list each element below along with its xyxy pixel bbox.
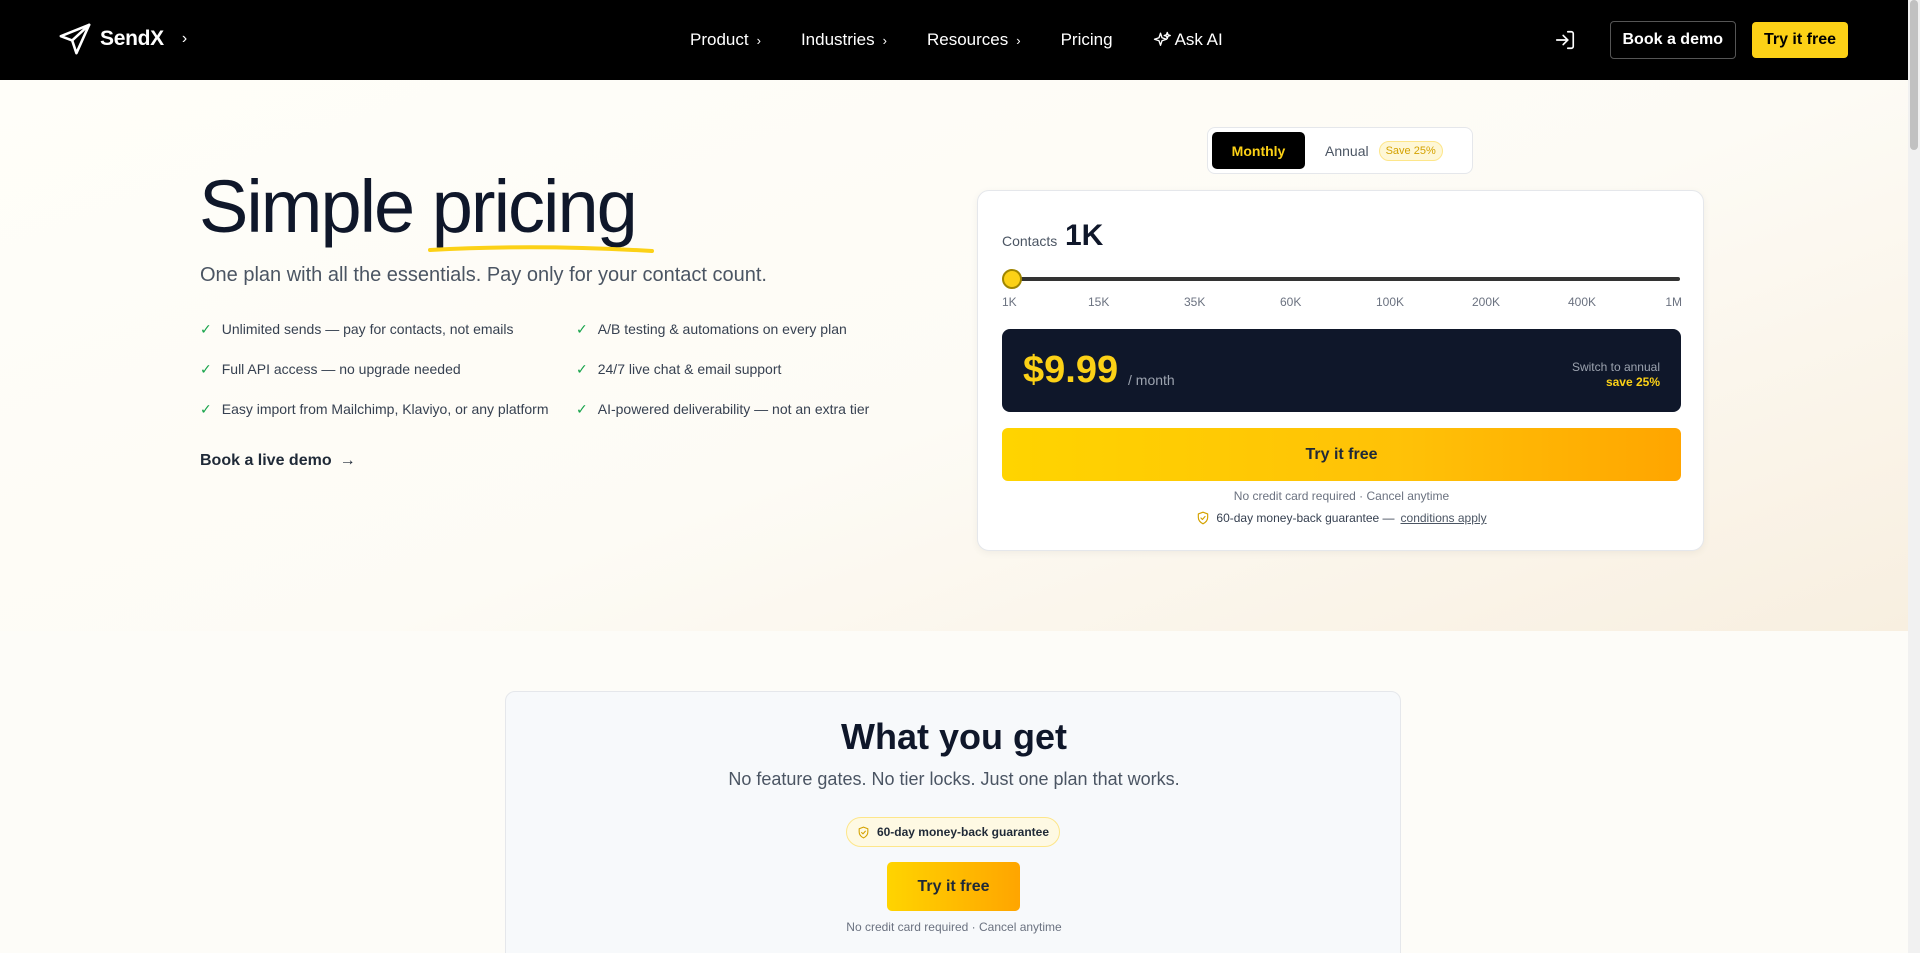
slider-tick-label: 60K xyxy=(1280,295,1302,309)
feature-item: ✓ 24/7 live chat & email support xyxy=(576,358,896,380)
menu-label: Pricing xyxy=(1060,30,1113,49)
menu-label: Resources xyxy=(926,30,1009,49)
brand-name: SendX xyxy=(100,27,164,50)
book-live-demo-link[interactable]: Book a live demo → xyxy=(200,452,356,470)
feature-item: ✓ Unlimited sends — pay for contacts, not… xyxy=(200,318,576,340)
slider-tick-label: 1K xyxy=(1002,295,1017,309)
slider-tick-label: 15K xyxy=(1088,295,1110,309)
page-scrollbar[interactable] xyxy=(1908,0,1920,953)
try-free-button[interactable]: Try it free xyxy=(1002,428,1681,481)
feature-item: ✓ Full API access — no upgrade needed xyxy=(200,358,576,380)
nav-actions: Book a demo Try it free xyxy=(1550,0,1848,80)
try-free-nav-button[interactable]: Try it free xyxy=(1751,22,1848,58)
menu-item-ask-ai[interactable]: Ask AI xyxy=(1153,30,1223,50)
contacts-label: Contacts xyxy=(1002,233,1058,249)
check-icon: ✓ xyxy=(200,320,212,337)
live-demo-label: Book a live demo xyxy=(200,452,332,469)
arrow-right-icon: → xyxy=(339,452,356,469)
check-icon: ✓ xyxy=(200,360,212,377)
guarantee-note: 60-day money-back guarantee — conditions… xyxy=(978,511,1705,525)
slider-tick-label: 100K xyxy=(1376,295,1405,309)
annual-tab[interactable]: Annual xyxy=(1325,143,1369,159)
title-highlight: pricing xyxy=(427,165,654,253)
shield-check-icon xyxy=(1198,511,1209,525)
contacts-slider-track[interactable] xyxy=(1010,277,1680,281)
check-icon: ✓ xyxy=(576,360,588,377)
menu-item-pricing[interactable]: Pricing xyxy=(1061,30,1113,50)
login-icon[interactable] xyxy=(1550,25,1580,55)
page-title: Simple pricing xyxy=(199,164,654,253)
billing-toggle: Monthly Annual Save 25% xyxy=(1207,127,1473,174)
shield-check-icon xyxy=(858,826,869,838)
chevron-right-icon: › xyxy=(756,32,761,48)
menu-item-industries[interactable]: Industries › xyxy=(801,30,887,50)
check-icon: ✓ xyxy=(576,400,588,417)
menu-label: Product xyxy=(690,30,749,49)
slider-tick-label: 35K xyxy=(1184,295,1206,309)
feature-item: ✓ A/B testing & automations on every plan xyxy=(576,318,896,340)
menu-item-product[interactable]: Product › xyxy=(690,30,761,50)
slider-tick-label: 400K xyxy=(1568,295,1597,309)
feature-text: Unlimited sends — pay for contacts, not … xyxy=(221,321,514,337)
underline-decoration xyxy=(427,245,654,253)
menu-label: Industries xyxy=(800,30,875,49)
slider-tick-label: 200K xyxy=(1472,295,1501,309)
scrollbar-thumb[interactable] xyxy=(1910,0,1918,150)
contacts-value: 1K xyxy=(1065,219,1104,252)
book-demo-button[interactable]: Book a demo xyxy=(1609,21,1736,59)
pricing-card: Contacts 1K 1K 15K 35K 60K 100K 200K 400K 1M $9… xyxy=(977,190,1704,551)
switch-annual-link[interactable]: Switch to annual xyxy=(1572,360,1660,374)
price-display: $9.99 / month Switch to annual save 25% xyxy=(1002,329,1681,412)
title-part-2: pricing xyxy=(431,165,638,248)
save-annual-label: save 25% xyxy=(1605,375,1660,389)
no-credit-card-note: No credit card required · Cancel anytime xyxy=(1233,489,1450,503)
chevron-right-icon: › xyxy=(181,30,188,47)
feature-text: Full API access — no upgrade needed xyxy=(221,361,461,377)
slider-ticks: 1K 15K 35K 60K 100K 200K 400K 1M xyxy=(1002,295,1682,311)
menu-item-resources[interactable]: Resources › xyxy=(927,30,1021,50)
chevron-right-icon: › xyxy=(1016,32,1021,48)
what-you-get-section: What you get No feature gates. No tier l… xyxy=(505,691,1401,953)
check-icon: ✓ xyxy=(576,320,588,337)
price-period: / month xyxy=(1128,372,1175,388)
feature-text: Easy import from Mailchimp, Klaviyo, or … xyxy=(221,401,549,417)
feature-list: ✓ Unlimited sends — pay for contacts, not… xyxy=(200,318,896,420)
feature-item: ✓ Easy import from Mailchimp, Klaviyo, or… xyxy=(200,398,576,420)
feature-text: AI-powered deliverability — not an extra… xyxy=(597,401,870,417)
price-value: $9.99 xyxy=(1023,349,1119,391)
title-part-1: Simple xyxy=(199,165,432,248)
sparkle-icon xyxy=(1153,31,1171,46)
brand-logo[interactable]: SendX › xyxy=(58,22,187,56)
chevron-right-icon: › xyxy=(882,32,887,48)
feature-text: 24/7 live chat & email support xyxy=(597,361,782,377)
top-nav: SendX › Product › Industries › Resources… xyxy=(0,0,1908,80)
no-credit-card-note-secondary: No credit card required · Cancel anytime xyxy=(846,920,1062,934)
paper-plane-icon xyxy=(59,23,91,55)
main-menu: Product › Industries › Resources › Prici… xyxy=(690,0,1263,80)
hero-subtitle: One plan with all the essentials. Pay on… xyxy=(200,264,767,286)
section-title: What you get xyxy=(841,716,1067,757)
check-icon: ✓ xyxy=(200,400,212,417)
guarantee-badge: 60-day money-back guarantee xyxy=(846,817,1060,847)
save-badge: Save 25% xyxy=(1378,140,1443,161)
section-subtitle: No feature gates. No tier locks. Just on… xyxy=(728,769,1180,789)
menu-label: Ask AI xyxy=(1174,30,1223,49)
slider-tick-label: 1M xyxy=(1665,295,1682,309)
guarantee-badge-text: 60-day money-back guarantee xyxy=(876,825,1050,839)
conditions-link[interactable]: conditions apply xyxy=(1401,511,1487,525)
try-free-secondary-button[interactable]: Try it free xyxy=(887,862,1020,911)
guarantee-text: 60-day money-back guarantee — xyxy=(1216,511,1395,525)
monthly-tab[interactable]: Monthly xyxy=(1212,132,1305,169)
feature-text: A/B testing & automations on every plan xyxy=(597,321,847,337)
feature-item: ✓ AI-powered deliverability — not an extr… xyxy=(576,398,896,420)
contacts-slider-handle[interactable] xyxy=(1002,269,1022,289)
